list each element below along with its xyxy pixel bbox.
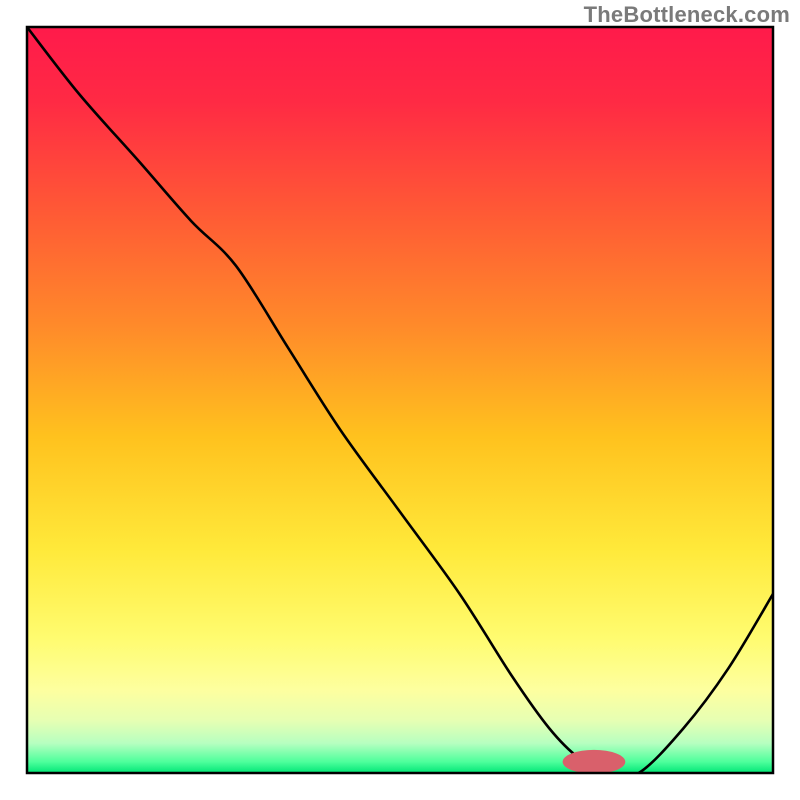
watermark-text: TheBottleneck.com xyxy=(584,2,790,28)
optimal-marker xyxy=(563,750,626,774)
bottleneck-chart xyxy=(0,0,800,800)
gradient-background xyxy=(27,27,773,773)
chart-stage: { "watermark": "TheBottleneck.com", "cha… xyxy=(0,0,800,800)
